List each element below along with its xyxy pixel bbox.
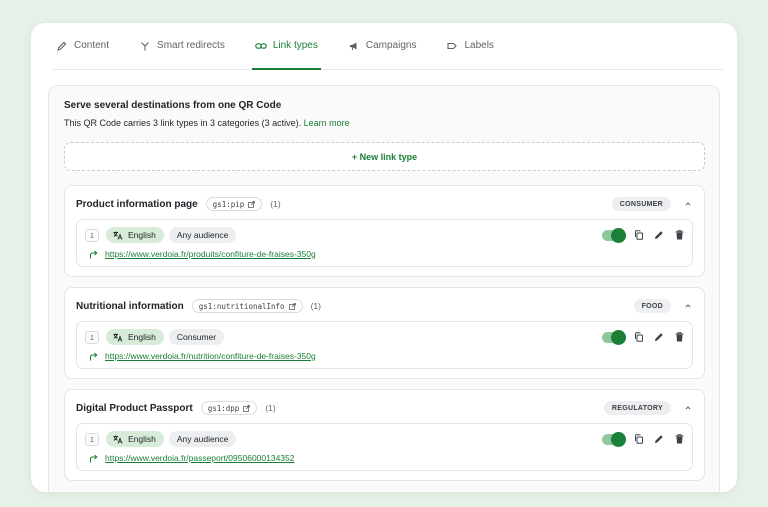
edit-icon[interactable]	[654, 230, 664, 240]
main-card: Content Smart redirects Link types Campa…	[31, 23, 737, 492]
copy-icon[interactable]	[634, 434, 644, 444]
tag-icon	[446, 40, 458, 52]
gs1-code-chip[interactable]: gs1:pip	[205, 197, 263, 211]
link-icon	[255, 40, 267, 52]
chevron-up-icon[interactable]	[683, 403, 693, 413]
megaphone-icon	[348, 40, 360, 52]
tab-labels[interactable]: Labels	[443, 23, 496, 69]
translate-icon	[113, 333, 123, 342]
category-badge: REGULATORY	[603, 401, 671, 415]
language-label: English	[128, 434, 156, 444]
category-badge: CONSUMER	[611, 197, 671, 211]
edit-icon[interactable]	[654, 332, 664, 342]
gs1-code: gs1:nutritionalInfo	[198, 301, 285, 311]
trash-icon[interactable]	[674, 332, 684, 342]
gs1-code: gs1:dpp	[207, 403, 240, 413]
group-header: Digital Product Passport gs1:dpp (1) REG…	[76, 401, 693, 415]
link-type-group: Nutritional information gs1:nutritionalI…	[64, 287, 705, 379]
language-chip[interactable]: English	[106, 431, 164, 447]
copy-icon[interactable]	[634, 230, 644, 240]
audience-chip[interactable]: Any audience	[168, 431, 237, 447]
new-link-type-button[interactable]: + New link type	[64, 142, 705, 171]
redirect-arrow-icon	[89, 454, 98, 463]
link-index: 1	[85, 432, 99, 446]
group-header: Nutritional information gs1:nutritionalI…	[76, 299, 693, 313]
group-count: (1)	[270, 199, 281, 209]
tab-label: Campaigns	[365, 40, 417, 51]
redirect-arrow-icon	[89, 352, 98, 361]
language-chip[interactable]: English	[106, 329, 164, 345]
group-count: (1)	[310, 301, 321, 311]
group-title: Nutritional information	[76, 300, 184, 312]
chevron-up-icon[interactable]	[683, 301, 693, 311]
group-title: Product information page	[76, 198, 198, 210]
trash-icon[interactable]	[674, 434, 684, 444]
pencil-icon	[56, 40, 68, 52]
gs1-code-chip[interactable]: gs1:dpp	[200, 401, 258, 415]
destination-url[interactable]: https://www.verdoia.fr/produits/confitur…	[105, 249, 316, 259]
translate-icon	[113, 231, 123, 240]
link-type-group: Product information page gs1:pip (1) CON…	[64, 185, 705, 277]
split-arrow-icon	[139, 40, 151, 52]
destination-url[interactable]: https://www.verdoia.fr/passeport/0950600…	[105, 453, 295, 463]
chevron-up-icon[interactable]	[683, 199, 693, 209]
audience-chip[interactable]: Consumer	[168, 329, 225, 345]
tab-label: Content	[74, 40, 110, 51]
edit-icon[interactable]	[654, 434, 664, 444]
tab-smart-redirects[interactable]: Smart redirects	[136, 23, 228, 69]
external-link-icon	[288, 302, 296, 310]
link-types-panel: Serve several destinations from one QR C…	[48, 85, 720, 492]
tab-label: Smart redirects	[157, 40, 225, 51]
audience-chip[interactable]: Any audience	[168, 227, 237, 243]
external-link-icon	[248, 200, 256, 208]
gs1-code-chip[interactable]: gs1:nutritionalInfo	[191, 299, 303, 313]
redirect-arrow-icon	[89, 250, 98, 259]
language-chip[interactable]: English	[106, 227, 164, 243]
destination-url[interactable]: https://www.verdoia.fr/nutrition/confitu…	[105, 351, 316, 361]
link-row: 1 English Any audience https://www.verdo…	[76, 423, 693, 471]
group-count: (1)	[265, 403, 276, 413]
translate-icon	[113, 435, 123, 444]
tab-link-types[interactable]: Link types	[251, 23, 321, 70]
tab-campaigns[interactable]: Campaigns	[345, 23, 420, 69]
panel-title: Serve several destinations from one QR C…	[64, 100, 282, 111]
category-badge: FOOD	[633, 299, 671, 313]
tab-label: Labels	[464, 40, 494, 51]
gs1-code: gs1:pip	[212, 199, 245, 209]
group-title: Digital Product Passport	[76, 402, 193, 414]
tab-bar: Content Smart redirects Link types Campa…	[53, 23, 723, 70]
active-toggle[interactable]	[602, 227, 626, 243]
active-toggle[interactable]	[602, 431, 626, 447]
panel-subtitle: This QR Code carries 3 link types in 3 c…	[64, 118, 350, 128]
copy-icon[interactable]	[634, 332, 644, 342]
group-header: Product information page gs1:pip (1) CON…	[76, 197, 693, 211]
language-label: English	[128, 230, 156, 240]
trash-icon[interactable]	[674, 230, 684, 240]
panel-subtitle-text: This QR Code carries 3 link types in 3 c…	[64, 118, 302, 128]
link-index: 1	[85, 228, 99, 242]
link-index: 1	[85, 330, 99, 344]
tab-content[interactable]: Content	[53, 23, 112, 69]
link-type-group: Digital Product Passport gs1:dpp (1) REG…	[64, 389, 705, 481]
external-link-icon	[243, 404, 251, 412]
language-label: English	[128, 332, 156, 342]
tab-label: Link types	[272, 40, 318, 51]
link-row: 1 English Consumer https://www.verdoia.f…	[76, 321, 693, 369]
link-row: 1 English Any audience https://www.verdo…	[76, 219, 693, 267]
learn-more-link[interactable]: Learn more	[304, 118, 350, 128]
active-toggle[interactable]	[602, 329, 626, 345]
